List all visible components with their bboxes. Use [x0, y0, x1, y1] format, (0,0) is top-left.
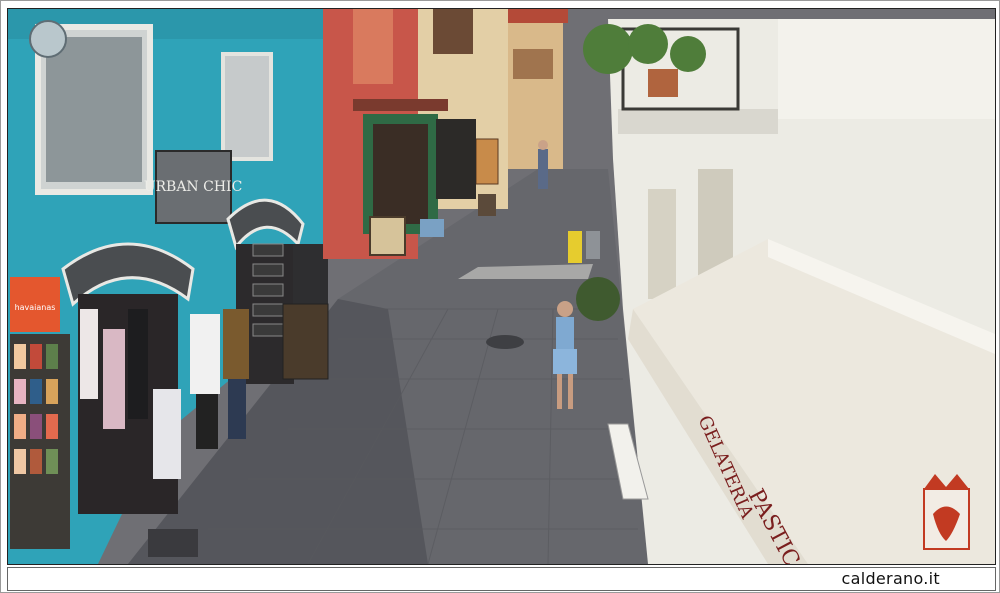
easel-board [369, 216, 406, 256]
havaianas-sign-text: havaianas [15, 303, 56, 312]
yellow-bin [568, 231, 582, 263]
gray-bin [586, 231, 600, 259]
urban-chic-sign-text: URBAN CHIC [144, 179, 243, 195]
upper-window-right [221, 52, 273, 161]
far-building [508, 9, 563, 169]
menu-board [475, 138, 499, 185]
caption-bar: calderano.it [7, 567, 996, 591]
shoe-rack [282, 303, 329, 380]
manhole-cover [486, 335, 524, 349]
image-frame: URBAN CHIC havaianas GELATERIA PASTIC ca… [0, 0, 1000, 593]
site-caption: calderano.it [841, 569, 940, 588]
crest-logo-icon [29, 20, 67, 58]
pedestrian-far [538, 149, 548, 189]
street-photo: URBAN CHIC havaianas GELATERIA PASTIC [7, 8, 996, 565]
drain-grate [148, 529, 198, 557]
